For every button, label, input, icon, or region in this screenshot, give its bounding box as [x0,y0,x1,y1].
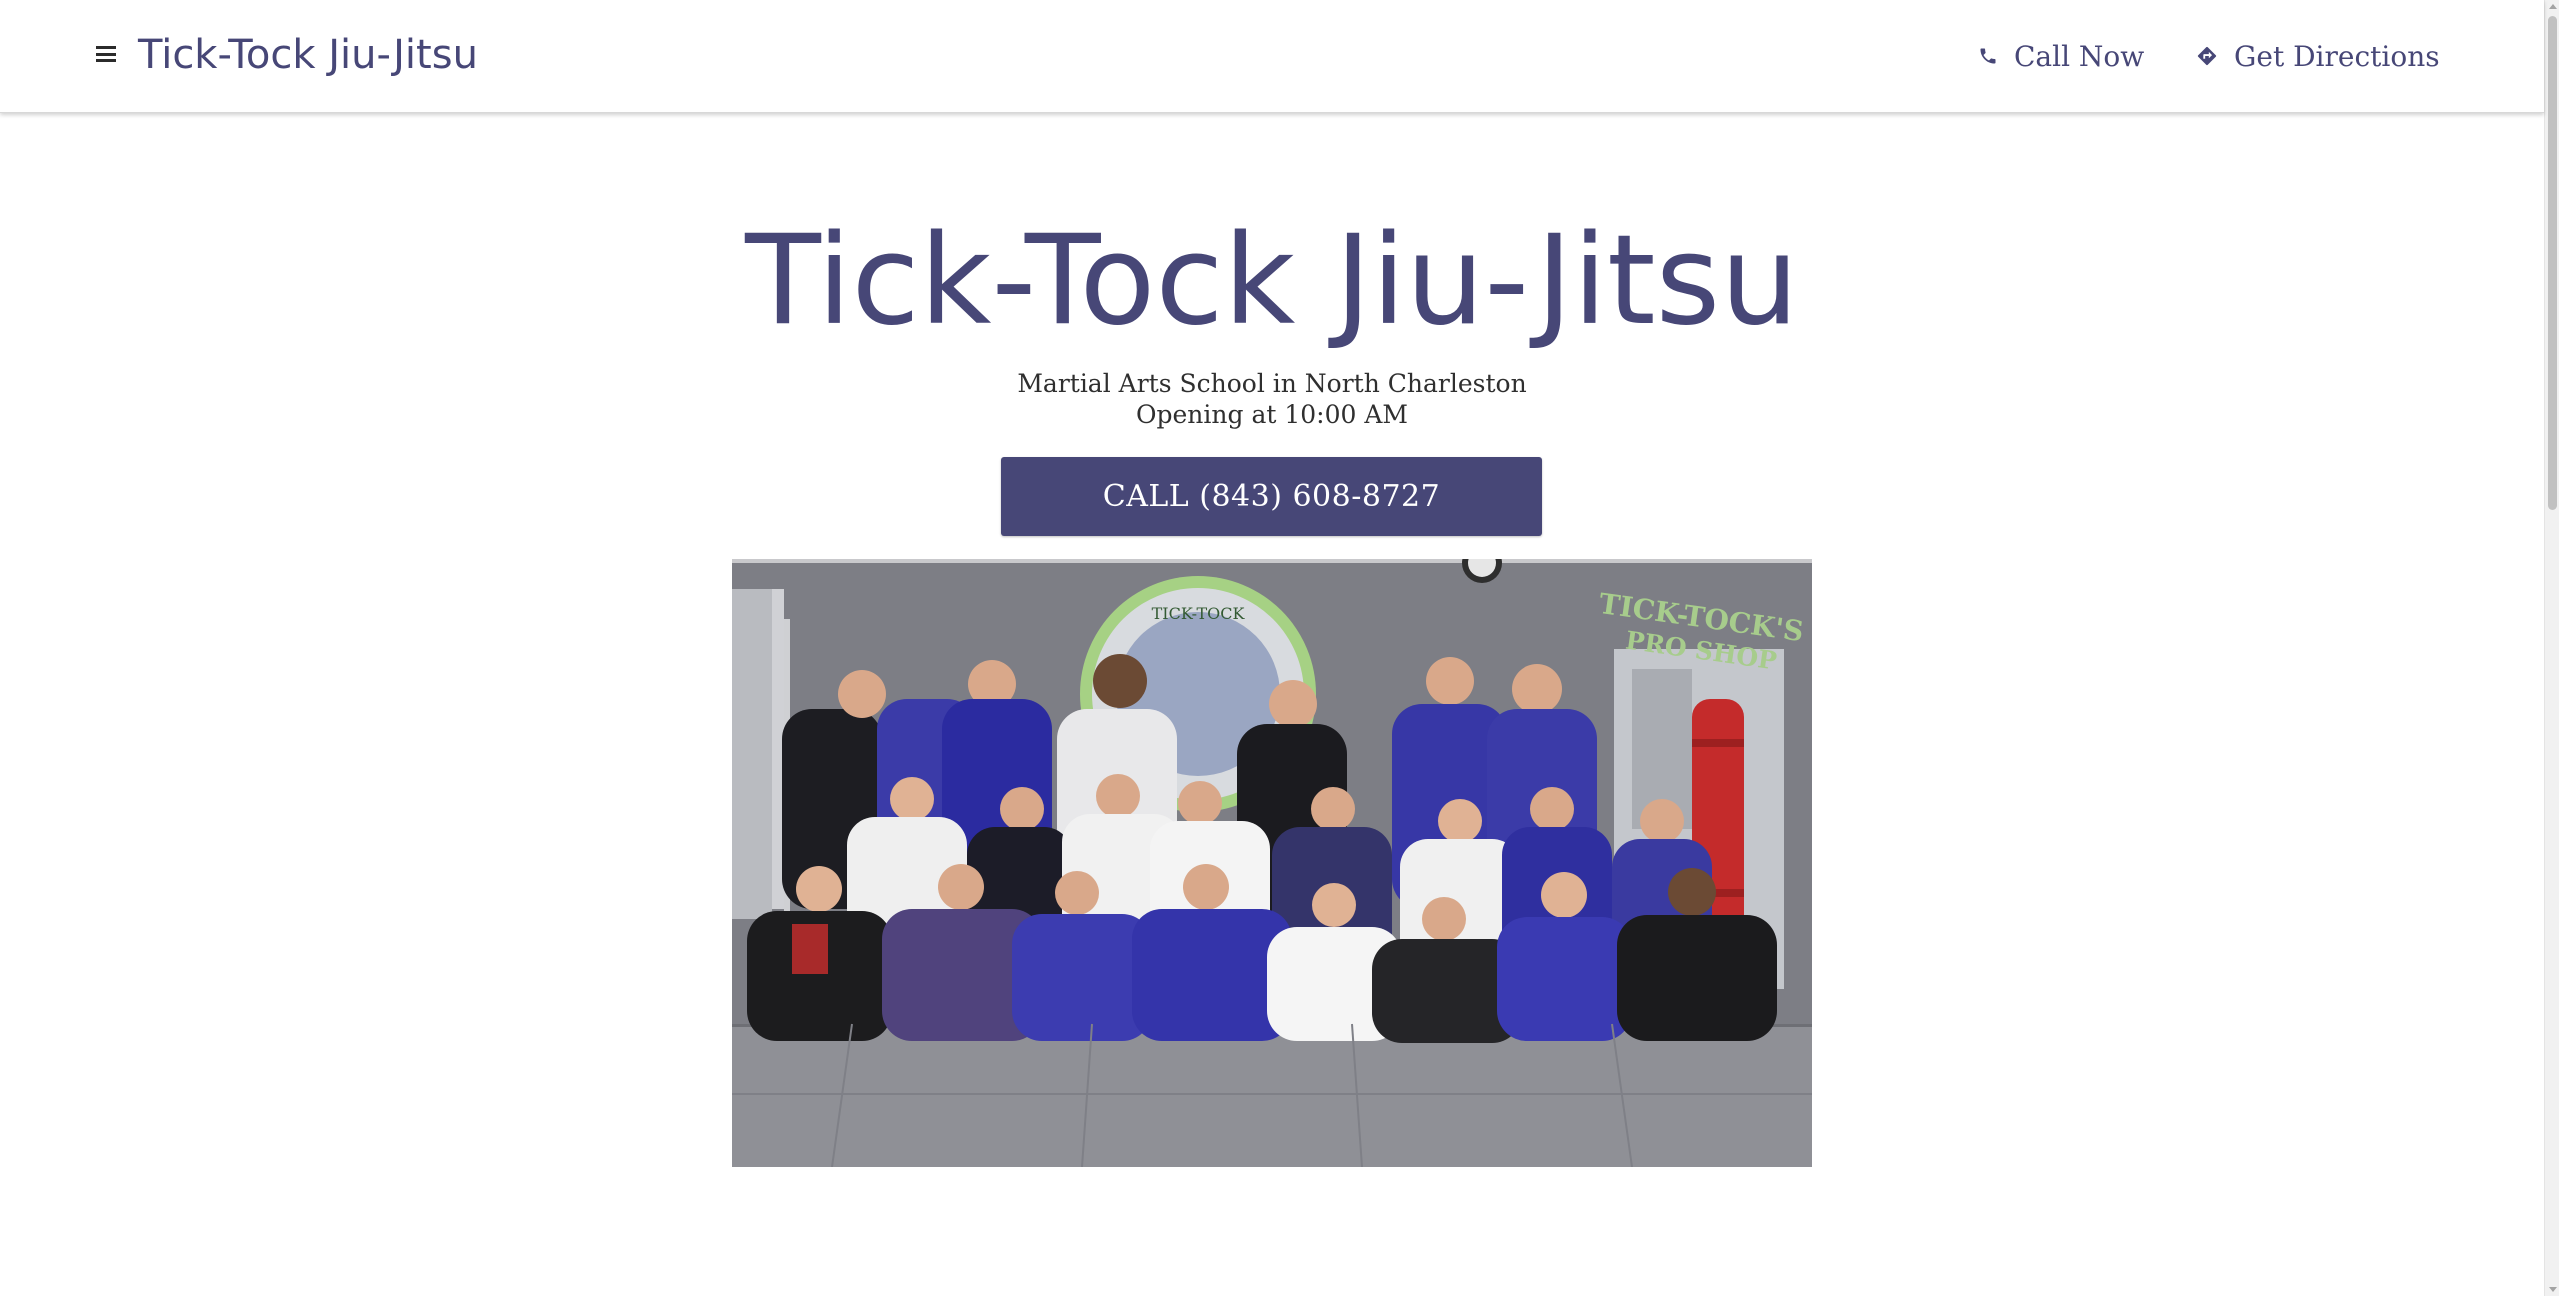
hamburger-menu-icon[interactable] [96,46,116,62]
call-now-label: Call Now [2014,39,2145,73]
phone-icon [1980,48,1996,64]
wall-logo-text: TICK-TOCK [1152,604,1246,623]
group-photo-illustration: TICK-TOCK TICK-TOCK'S PRO SHOP [732,559,1812,1167]
hero-title: Tick-Tock Jiu-Jitsu [745,209,1799,353]
get-directions-label: Get Directions [2234,39,2440,73]
scroll-up-arrow-icon[interactable] [2549,4,2557,9]
scrollbar-thumb[interactable] [2548,16,2557,510]
scroll-down-arrow-icon[interactable] [2549,1287,2557,1292]
site-title-link[interactable]: Tick-Tock Jiu-Jitsu [138,26,478,84]
business-category: Martial Arts School in North Charleston [1017,369,1527,398]
page-scrollbar[interactable] [2544,0,2559,1296]
top-app-bar: Tick-Tock Jiu-Jitsu Call Now Get Directi… [0,0,2544,113]
group-photo: TICK-TOCK TICK-TOCK'S PRO SHOP [732,559,1812,1167]
call-phone-button[interactable]: CALL (843) 608-8727 [1001,457,1542,536]
directions-icon [2197,46,2217,66]
opening-hours: Opening at 10:00 AM [1136,400,1408,429]
call-now-button[interactable]: Call Now [1978,33,2144,79]
get-directions-button[interactable]: Get Directions [2196,33,2440,79]
